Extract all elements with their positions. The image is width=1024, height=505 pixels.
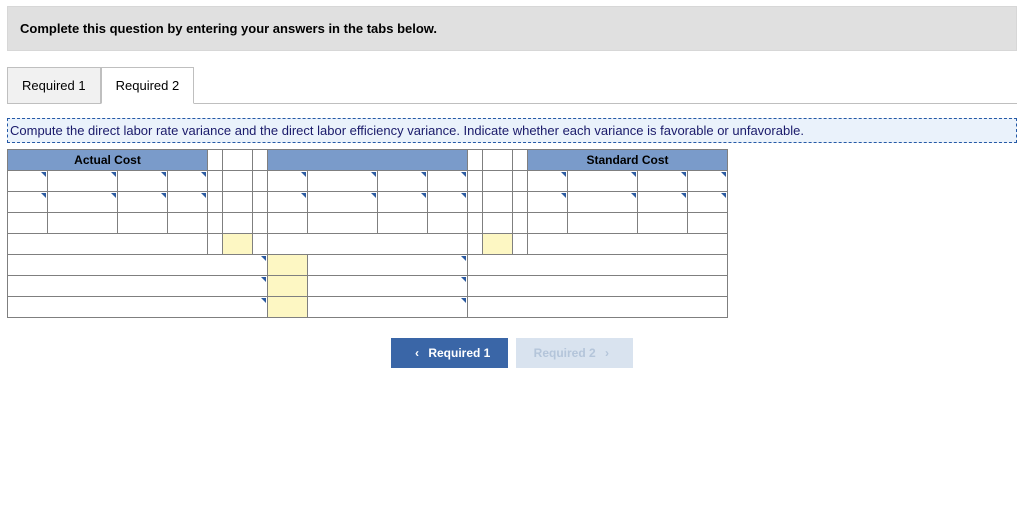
wide-b[interactable] bbox=[268, 234, 468, 255]
c1c3[interactable] bbox=[638, 171, 688, 192]
a1c4[interactable] bbox=[168, 171, 208, 192]
a2c4[interactable] bbox=[168, 192, 208, 213]
sub-instruction-bar: Compute the direct labor rate variance a… bbox=[7, 118, 1017, 143]
var1-left[interactable] bbox=[8, 255, 268, 276]
var2-left[interactable] bbox=[8, 276, 268, 297]
a1c1[interactable] bbox=[8, 171, 48, 192]
c2c2[interactable] bbox=[568, 192, 638, 213]
a1c3[interactable] bbox=[118, 171, 168, 192]
wide-c[interactable] bbox=[528, 234, 728, 255]
var3-right[interactable] bbox=[468, 297, 728, 318]
b3[interactable] bbox=[308, 213, 378, 234]
var3-mid-y[interactable] bbox=[268, 297, 308, 318]
a2c1[interactable] bbox=[8, 192, 48, 213]
tab-required-2-label: Required 2 bbox=[116, 78, 180, 93]
header-actual-cost: Actual Cost bbox=[8, 150, 208, 171]
var1-right[interactable] bbox=[468, 255, 728, 276]
sub-instruction-text: Compute the direct labor rate variance a… bbox=[10, 123, 804, 138]
instruction-text: Complete this question by entering your … bbox=[20, 21, 437, 36]
tab-required-2[interactable]: Required 2 bbox=[101, 67, 195, 104]
next-label: Required 2 bbox=[534, 346, 596, 360]
b1c3[interactable] bbox=[378, 171, 428, 192]
wide-a[interactable] bbox=[8, 234, 208, 255]
chevron-right-icon: › bbox=[599, 346, 615, 360]
var2-mid-dd[interactable] bbox=[308, 276, 468, 297]
c2c4[interactable] bbox=[688, 192, 728, 213]
b2c1[interactable] bbox=[268, 192, 308, 213]
b2c3[interactable] bbox=[378, 192, 428, 213]
b1c1[interactable] bbox=[268, 171, 308, 192]
prev-button[interactable]: ‹ Required 1 bbox=[391, 338, 508, 368]
prev-label: Required 1 bbox=[428, 346, 490, 360]
var3-left[interactable] bbox=[8, 297, 268, 318]
tab-required-1[interactable]: Required 1 bbox=[7, 67, 101, 104]
a1c2[interactable] bbox=[48, 171, 118, 192]
c2c1[interactable] bbox=[528, 192, 568, 213]
chevron-left-icon: ‹ bbox=[409, 346, 425, 360]
next-button: Required 2 › bbox=[516, 338, 633, 368]
b2c4[interactable] bbox=[428, 192, 468, 213]
c3[interactable] bbox=[568, 213, 638, 234]
b1c2[interactable] bbox=[308, 171, 378, 192]
a2c3[interactable] bbox=[118, 192, 168, 213]
var2-right[interactable] bbox=[468, 276, 728, 297]
var1-mid-y[interactable] bbox=[268, 255, 308, 276]
yellow-spacer-2[interactable] bbox=[483, 234, 513, 255]
b2c2[interactable] bbox=[308, 192, 378, 213]
header-mid bbox=[268, 150, 468, 171]
nav-buttons: ‹ Required 1 Required 2 › bbox=[7, 338, 1017, 368]
var3-mid-dd[interactable] bbox=[308, 297, 468, 318]
yellow-spacer-1[interactable] bbox=[223, 234, 253, 255]
a3[interactable] bbox=[48, 213, 118, 234]
tabset: Required 1 Required 2 bbox=[7, 67, 1017, 104]
c1c1[interactable] bbox=[528, 171, 568, 192]
instruction-bar: Complete this question by entering your … bbox=[7, 6, 1017, 51]
variance-table: Actual Cost Standard Cost bbox=[7, 149, 728, 318]
var2-mid-y[interactable] bbox=[268, 276, 308, 297]
c1c4[interactable] bbox=[688, 171, 728, 192]
a2c2[interactable] bbox=[48, 192, 118, 213]
var1-mid-dd[interactable] bbox=[308, 255, 468, 276]
tab-required-1-label: Required 1 bbox=[22, 78, 86, 93]
b1c4[interactable] bbox=[428, 171, 468, 192]
header-standard-cost: Standard Cost bbox=[528, 150, 728, 171]
c1c2[interactable] bbox=[568, 171, 638, 192]
c2c3[interactable] bbox=[638, 192, 688, 213]
